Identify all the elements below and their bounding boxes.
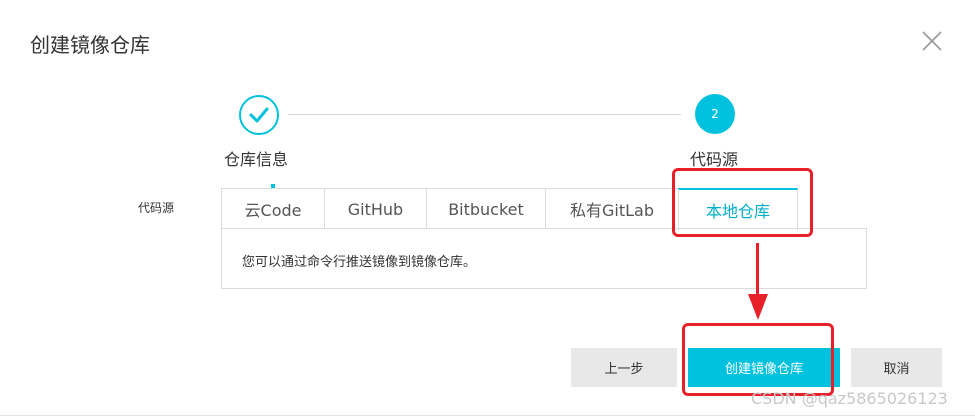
watermark-text: CSDN @qaz5865026123 — [751, 389, 948, 408]
step-active-circle: 2 — [695, 94, 735, 134]
create-repo-button[interactable]: 创建镜像仓库 — [688, 348, 840, 387]
step-label-code-source: 代码源 — [690, 150, 739, 169]
tab-yun-code[interactable]: 云Code — [221, 188, 325, 229]
code-source-field-label: 代码源 — [138, 201, 175, 215]
tab-local-repo[interactable]: 本地仓库 — [678, 188, 798, 230]
step-completed-circle — [239, 95, 279, 135]
annotation-arrow-shaft — [756, 243, 759, 298]
local-repo-description: 您可以通过命令行推送镜像到镜像仓库。 — [242, 255, 477, 270]
footer-divider — [0, 415, 975, 416]
step-connector-line — [288, 114, 681, 115]
annotation-arrow-head — [748, 294, 768, 320]
tab-private-gitlab[interactable]: 私有GitLab — [545, 188, 679, 229]
check-icon — [249, 107, 269, 123]
tab-bitbucket[interactable]: Bitbucket — [426, 188, 546, 229]
tab-github[interactable]: GitHub — [324, 188, 427, 229]
prev-step-button[interactable]: 上一步 — [571, 348, 677, 387]
tab-content-panel: 您可以通过命令行推送镜像到镜像仓库。 — [221, 228, 867, 289]
step-label-repo-info: 仓库信息 — [224, 150, 289, 169]
step-indicator: 2 仓库信息 代码源 — [0, 0, 975, 188]
cancel-button[interactable]: 取消 — [851, 348, 942, 387]
